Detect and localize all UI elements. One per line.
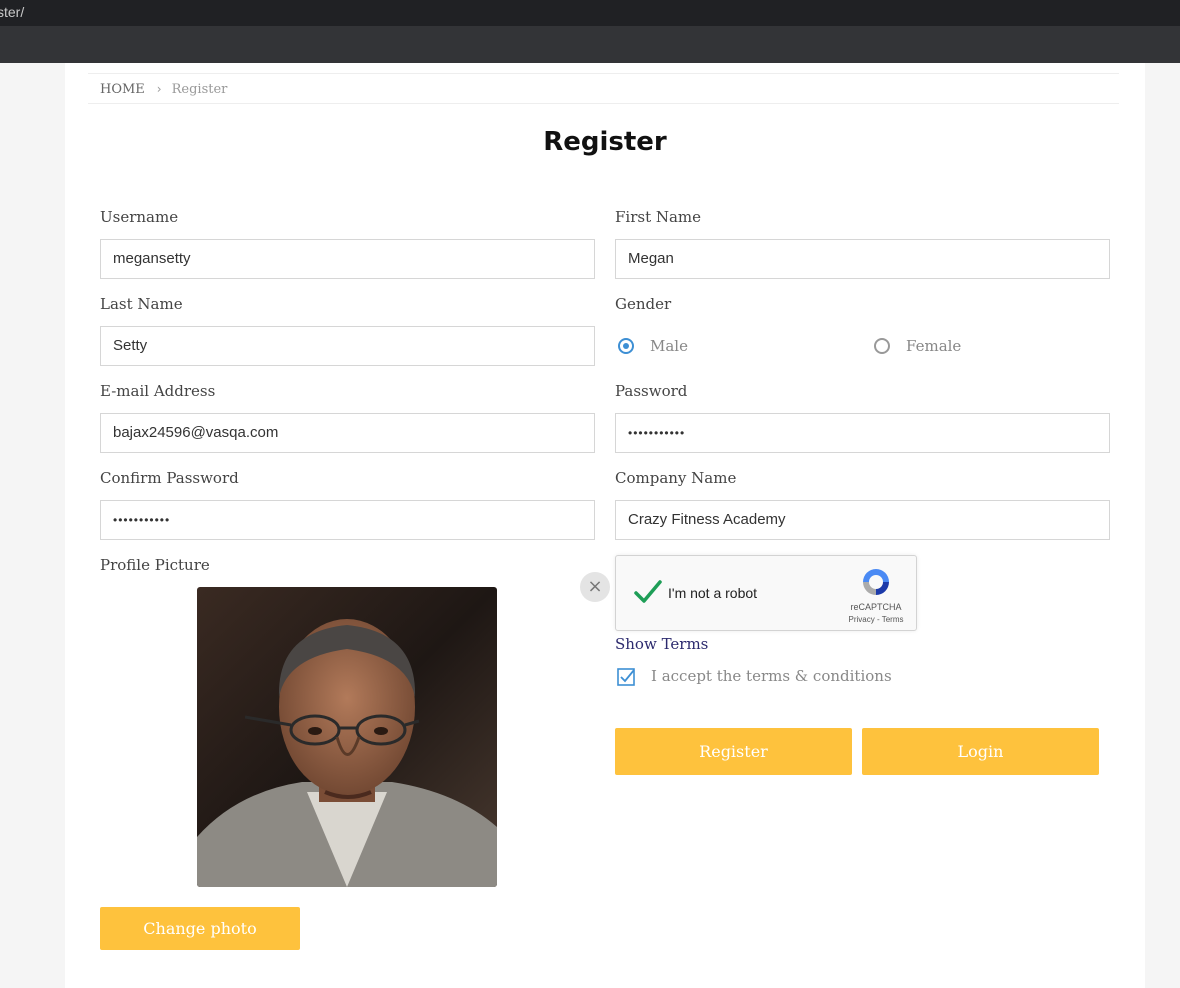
show-terms-link[interactable]: Show Terms	[615, 635, 708, 653]
email-label: E-mail Address	[100, 382, 216, 400]
accept-terms-checkbox-icon[interactable]	[617, 668, 635, 686]
first-name-input[interactable]: Megan	[615, 239, 1110, 279]
radio-button-male[interactable]	[618, 338, 634, 354]
login-button[interactable]: Login	[862, 728, 1099, 775]
last-name-input[interactable]: Setty	[100, 326, 595, 366]
recaptcha-brand: reCAPTCHA	[850, 602, 902, 612]
register-button[interactable]: Register	[615, 728, 852, 775]
recaptcha-privacy-terms-links[interactable]: Privacy - Terms	[838, 615, 914, 624]
url-text: ster/	[0, 4, 25, 20]
chevron-right-icon: ›	[156, 82, 162, 96]
password-label: Password	[615, 382, 688, 400]
email-input[interactable]: bajax24596@vasqa.com	[100, 413, 595, 453]
gender-female-label: Female	[906, 337, 962, 355]
site-navbar	[0, 26, 1180, 63]
page-title: Register	[543, 127, 667, 157]
confirm-password-input[interactable]: •••••••••••	[100, 500, 595, 540]
breadcrumb-home-link[interactable]: HOME	[100, 82, 145, 97]
recaptcha-label: I'm not a robot	[668, 585, 758, 601]
checkmark-icon[interactable]	[632, 576, 664, 608]
profile-photo	[197, 587, 497, 887]
recaptcha-logo-icon	[863, 569, 889, 595]
confirm-password-label: Confirm Password	[100, 469, 239, 487]
company-name-input[interactable]: Crazy Fitness Academy	[615, 500, 1110, 540]
company-name-label: Company Name	[615, 469, 737, 487]
breadcrumb-current: Register	[171, 82, 228, 97]
password-input[interactable]: •••••••••••	[615, 413, 1110, 453]
username-label: Username	[100, 208, 179, 226]
profile-picture-label: Profile Picture	[100, 556, 210, 574]
radio-button-female[interactable]	[874, 338, 890, 354]
profile-photo-image	[197, 587, 497, 887]
username-input[interactable]: megansetty	[100, 239, 595, 279]
browser-url-bar[interactable]: ster/	[0, 0, 1180, 26]
gender-option-male[interactable]: Male	[618, 337, 688, 355]
gender-option-female[interactable]: Female	[874, 337, 961, 355]
last-name-label: Last Name	[100, 295, 183, 313]
remove-photo-button[interactable]: ×	[580, 572, 610, 602]
accept-terms-label: I accept the terms & conditions	[651, 667, 892, 685]
gender-label: Gender	[615, 295, 672, 313]
recaptcha-widget[interactable]: I'm not a robot reCAPTCHA Privacy - Term…	[615, 555, 917, 631]
breadcrumb: HOME › Register	[88, 73, 1119, 104]
gender-male-label: Male	[650, 337, 688, 355]
register-page: HOME › Register Register Username meganset…	[65, 63, 1145, 988]
change-photo-button[interactable]: Change photo	[100, 907, 300, 950]
first-name-label: First Name	[615, 208, 702, 226]
